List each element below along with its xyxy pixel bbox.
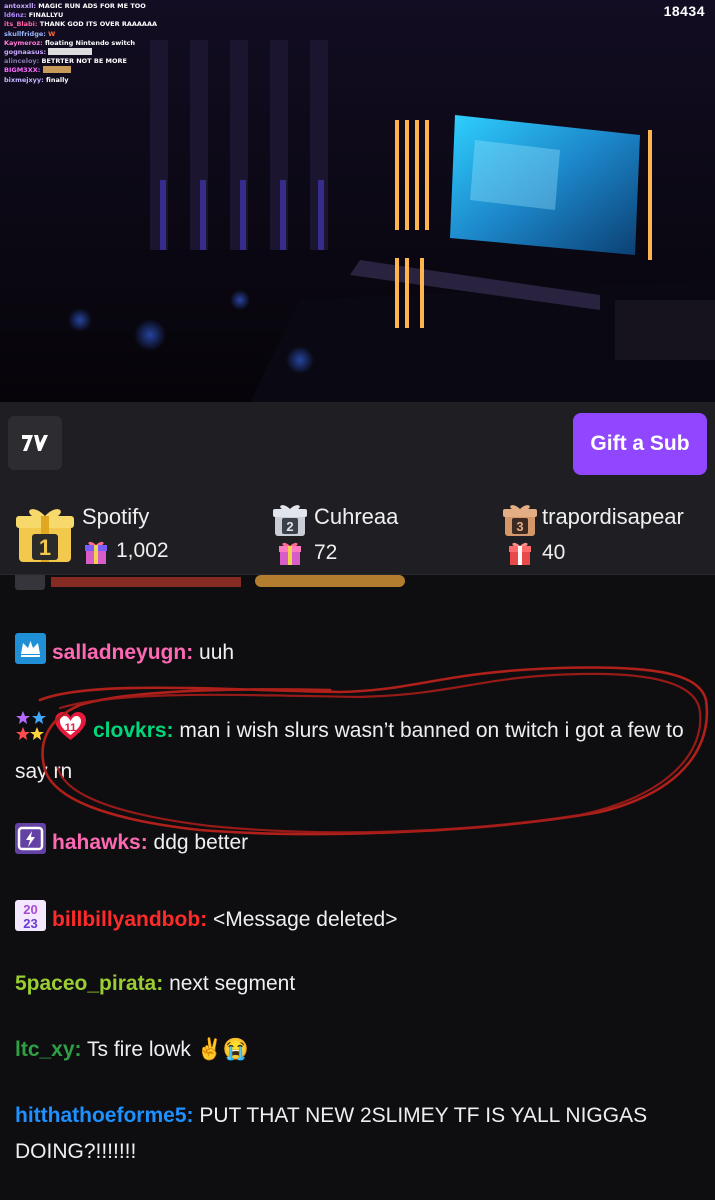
overlay-chat-line: skullfridge: W	[4, 30, 157, 39]
chat-username[interactable]: billbillyandbob:	[52, 908, 207, 931]
chat-username[interactable]: ltc_xy:	[15, 1038, 82, 1061]
overlay-user: gognaasus:	[4, 48, 47, 57]
chat-message-clipped	[15, 575, 695, 597]
overlay-text: W	[48, 29, 56, 38]
chat-message: hitthathoeforme5: PUT THAT NEW 2SLIMEY T…	[15, 1098, 695, 1170]
sparkle-stars-icon	[15, 709, 48, 754]
gift-icon	[509, 542, 531, 565]
chat-message: 5paceo_pirata: next segment	[15, 966, 695, 1002]
bronze-gift-rank-icon: 3	[503, 505, 537, 536]
chat-username[interactable]: 5paceo_pirata:	[15, 972, 163, 995]
overlay-chat-line: antoxxll: MAGIC RUN ADS FOR ME TOO	[4, 2, 157, 11]
svg-text:11: 11	[65, 722, 77, 734]
stream-video[interactable]: antoxxll: MAGIC RUN ADS FOR ME TOO ld6nz…	[0, 0, 715, 402]
overlay-user: ld6nz:	[4, 11, 27, 20]
leaderboard-name: Spotify	[82, 504, 150, 529]
stream-toolbar: Gift a Sub	[0, 402, 715, 488]
overlay-user: antoxxll:	[4, 2, 37, 10]
overlay-chat-line: its_Blabi: THANK GOD ITS OVER RAAAAAA	[4, 20, 157, 29]
chat-message: hahawks: ddg better	[15, 823, 695, 866]
chat-message-highlighted: 11 clovkrs: man i wish slurs wasn’t bann…	[15, 709, 695, 790]
overlay-chat-line: bixmejxyy: finally	[4, 76, 157, 85]
overlay-chat-line: ld6nz: FINALLYU	[4, 11, 157, 20]
chat-username[interactable]: hahawks:	[52, 831, 148, 854]
overlay-user: skullfridge:	[4, 29, 46, 38]
overlay-text: finally	[46, 75, 69, 84]
silver-gift-rank-icon: 2	[273, 505, 307, 536]
leaderboard-entry-1[interactable]: 1 Spotify 1,002	[12, 488, 252, 574]
overlay-text: MAGIC RUN ADS FOR ME TOO	[38, 2, 146, 10]
overlay-chat-line: Kaymeroz: floating Nintendo switch	[4, 39, 157, 48]
rank-number: 2	[286, 519, 293, 534]
chat-message: 20 23 billbillyandbob: <Message deleted>	[15, 900, 695, 943]
chat-text: Ts fire lowk ✌️😭	[87, 1038, 249, 1061]
leaderboard-count: 1,002	[116, 539, 169, 562]
overlay-chat-line: BIGM3XX:	[4, 66, 157, 75]
chat-username[interactable]: hitthathoeforme5:	[15, 1104, 194, 1127]
2023-badge-icon: 20 23	[15, 900, 46, 943]
overlay-user: its_Blabi:	[4, 20, 38, 29]
viewer-count: 18434	[663, 3, 705, 19]
chat-feed[interactable]: salladneyugn: uuh 11 clovkrs: man i wish…	[0, 575, 715, 1200]
prime-crown-icon	[15, 633, 46, 676]
chat-username[interactable]: salladneyugn:	[52, 641, 193, 664]
rank-number: 3	[516, 519, 523, 534]
chat-text: uuh	[199, 641, 235, 664]
chat-text-deleted: <Message deleted>	[213, 908, 398, 931]
overlay-text: FINALLYU	[28, 11, 64, 20]
rank-number: 1	[39, 535, 51, 560]
chat-message: ltc_xy: Ts fire lowk ✌️😭	[15, 1032, 695, 1068]
leaderboard-count: 72	[314, 541, 338, 564]
leaderboard-entry-3[interactable]: 3 trapordisapear 40	[500, 488, 715, 574]
gift-icon	[279, 542, 301, 565]
overlay-user: BIGM3XX:	[4, 66, 41, 75]
gift-icon	[85, 541, 107, 564]
badge-icon	[15, 575, 45, 590]
7tv-logo-icon	[22, 435, 48, 451]
leaderboard-count: 40	[542, 541, 566, 564]
chat-message: salladneyugn: uuh	[15, 633, 695, 676]
gift-leaderboard: 1 Spotify 1,002 2 Cuhreaa 72 3 trapordis…	[0, 488, 715, 575]
overlay-user: Kaymeroz:	[4, 38, 43, 47]
overlay-user: bixmejxyy:	[4, 75, 44, 84]
stream-overlay-chat: antoxxll: MAGIC RUN ADS FOR ME TOO ld6nz…	[4, 2, 157, 85]
chat-text: ddg better	[153, 831, 249, 854]
gold-gift-rank-icon: 1	[16, 509, 74, 562]
7tv-extension-button[interactable]	[8, 416, 62, 470]
emote-icon	[42, 66, 71, 74]
leaderboard-name: trapordisapear	[542, 504, 684, 529]
svg-text:20: 20	[23, 902, 37, 917]
chat-username[interactable]: clovkrs:	[93, 719, 174, 742]
overlay-text: THANK GOD ITS OVER RAAAAAA	[39, 20, 158, 29]
overlay-user: alinceloy:	[4, 57, 40, 66]
svg-text:23: 23	[23, 916, 37, 931]
overlay-chat-line: alinceloy: BETRTER NOT BE MORE	[4, 57, 157, 66]
emote-icon	[254, 575, 405, 587]
clipped-username	[51, 577, 241, 587]
leaderboard-name: Cuhreaa	[314, 504, 399, 529]
overlay-text: floating Nintendo switch	[44, 38, 136, 47]
leaderboard-entry-2[interactable]: 2 Cuhreaa 72	[270, 488, 490, 574]
turbo-lightning-icon	[15, 823, 46, 866]
overlay-text: BETRTER NOT BE MORE	[41, 57, 127, 66]
gift-a-sub-button[interactable]: Gift a Sub	[573, 413, 707, 475]
heart-badge-icon: 11	[54, 711, 87, 754]
emote-icon	[48, 48, 93, 56]
chat-text: next segment	[169, 972, 296, 995]
overlay-chat-line: gognaasus:	[4, 48, 157, 57]
